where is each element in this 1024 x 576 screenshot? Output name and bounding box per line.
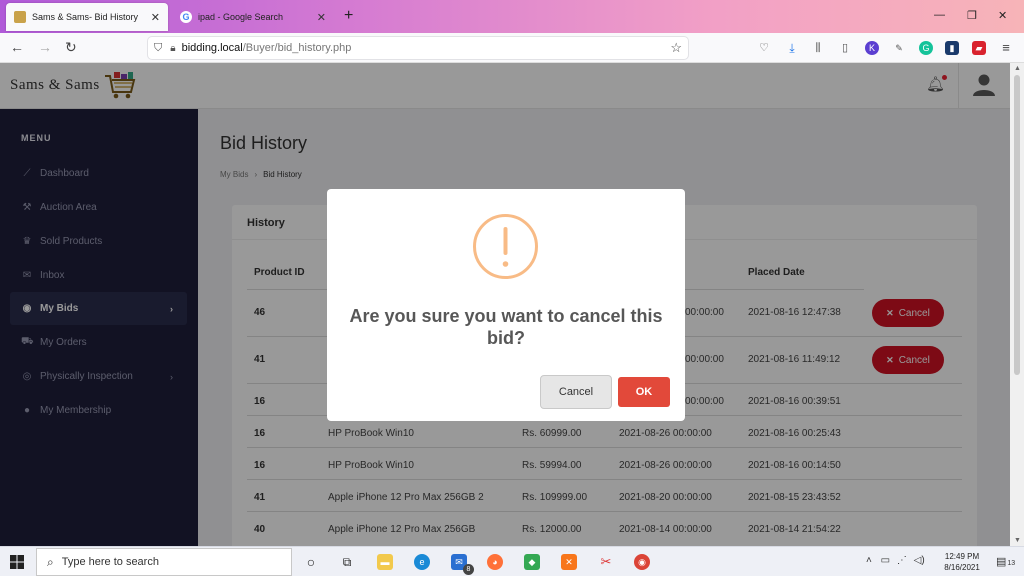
- new-tab-icon[interactable]: +: [344, 7, 353, 25]
- app-launcher-icon[interactable]: ◆: [524, 554, 540, 570]
- tab-title: Sams & Sams- Bid History: [32, 12, 139, 22]
- chrome-icon[interactable]: ◉: [634, 554, 650, 570]
- notification-count: 13: [1007, 560, 1016, 567]
- search-icon: ⌕: [47, 554, 54, 569]
- firefox-icon[interactable]: ◕: [487, 554, 503, 570]
- forward-icon[interactable]: →: [38, 39, 52, 55]
- clock-time: 12:49 PM: [944, 552, 980, 561]
- system-tray: ˄ ▭ ⋰ ◁): [866, 555, 925, 566]
- scrollbar-thumb[interactable]: [1014, 75, 1020, 375]
- download-icon[interactable]: ⤓: [785, 41, 799, 55]
- scroll-up-icon[interactable]: ▲: [1014, 65, 1021, 72]
- close-window-icon[interactable]: ✕: [998, 9, 1007, 22]
- browser-nav-bar: ← → ↻ ⛉ 🔒︎ bidding.local/Buyer/bid_histo…: [0, 33, 1024, 63]
- menu-icon[interactable]: ≡: [999, 41, 1013, 55]
- url-path: /Buyer/bid_history.php: [242, 42, 352, 54]
- google-favicon-icon: G: [180, 11, 192, 23]
- dialog-message: Are you sure you want to cancel this bid…: [349, 306, 663, 348]
- warning-icon: [473, 214, 538, 279]
- url-host: bidding.local: [181, 42, 243, 54]
- taskbar-clock[interactable]: 12:49 PM 8/16/2021: [936, 551, 988, 573]
- grammarly-icon[interactable]: G: [919, 41, 933, 55]
- task-view-icon[interactable]: ⧉: [339, 554, 355, 570]
- site-favicon-icon: [14, 11, 26, 23]
- snipping-tool-icon[interactable]: ✂: [598, 554, 614, 570]
- confirm-dialog: Are you sure you want to cancel this bid…: [327, 189, 685, 421]
- pocket-icon[interactable]: ♡: [757, 41, 771, 55]
- xampp-icon[interactable]: ✕: [561, 554, 577, 570]
- eyedropper-icon[interactable]: ✎: [892, 41, 906, 55]
- dialog-ok-button[interactable]: OK: [618, 377, 670, 407]
- extension-pdf-icon[interactable]: ▰: [972, 41, 986, 55]
- back-icon[interactable]: ←: [10, 39, 24, 55]
- extension-chart-icon[interactable]: ▮: [945, 41, 959, 55]
- tab-title: ipad - Google Search: [198, 12, 284, 22]
- extension-k-icon[interactable]: K: [865, 41, 879, 55]
- taskbar-search-placeholder: Type here to search: [61, 556, 159, 568]
- taskbar-search-box[interactable]: ⌕ Type here to search: [36, 548, 292, 576]
- clock-date: 8/16/2021: [944, 563, 980, 572]
- address-bar[interactable]: ⛉ 🔒︎ bidding.local/Buyer/bid_history.php…: [148, 37, 688, 59]
- lock-icon[interactable]: 🔒︎: [170, 43, 175, 54]
- taskbar: ⌕ Type here to search ○ ⧉ ▬ e ✉ 8 ◕ ◆ ✕ …: [0, 546, 1024, 576]
- battery-icon[interactable]: ▭: [881, 555, 890, 566]
- browser-tab-bar: Sams & Sams- Bid History ✕ G ipad - Goog…: [0, 0, 1024, 33]
- volume-icon[interactable]: ◁): [914, 555, 925, 566]
- shield-icon[interactable]: ⛉: [154, 42, 162, 55]
- scroll-down-icon[interactable]: ▼: [1014, 537, 1021, 544]
- close-tab-icon[interactable]: ✕: [317, 11, 326, 24]
- bookmark-star-icon[interactable]: ☆: [670, 40, 682, 56]
- page-scrollbar[interactable]: ▲ ▼: [1010, 63, 1024, 546]
- mail-badge: 8: [463, 564, 474, 575]
- tab-google-search[interactable]: G ipad - Google Search ✕: [172, 3, 334, 31]
- minimize-icon[interactable]: —: [934, 9, 945, 21]
- sidebar-toggle-icon[interactable]: ▯: [838, 41, 852, 55]
- file-explorer-icon[interactable]: ▬: [377, 554, 393, 570]
- library-icon[interactable]: ⫼: [811, 41, 825, 55]
- edge-icon[interactable]: e: [414, 554, 430, 570]
- tab-bid-history[interactable]: Sams & Sams- Bid History ✕: [6, 3, 168, 31]
- notification-center-icon[interactable]: ▤13: [996, 555, 1015, 568]
- close-tab-icon[interactable]: ✕: [151, 11, 160, 24]
- restore-icon[interactable]: ❐: [967, 9, 977, 22]
- wifi-icon[interactable]: ⋰: [897, 555, 907, 566]
- reload-icon[interactable]: ↻: [65, 39, 77, 56]
- chevron-up-icon[interactable]: ˄: [866, 555, 872, 566]
- cortana-icon[interactable]: ○: [303, 554, 319, 570]
- windows-start-icon[interactable]: [10, 555, 24, 569]
- dialog-cancel-button[interactable]: Cancel: [540, 375, 612, 409]
